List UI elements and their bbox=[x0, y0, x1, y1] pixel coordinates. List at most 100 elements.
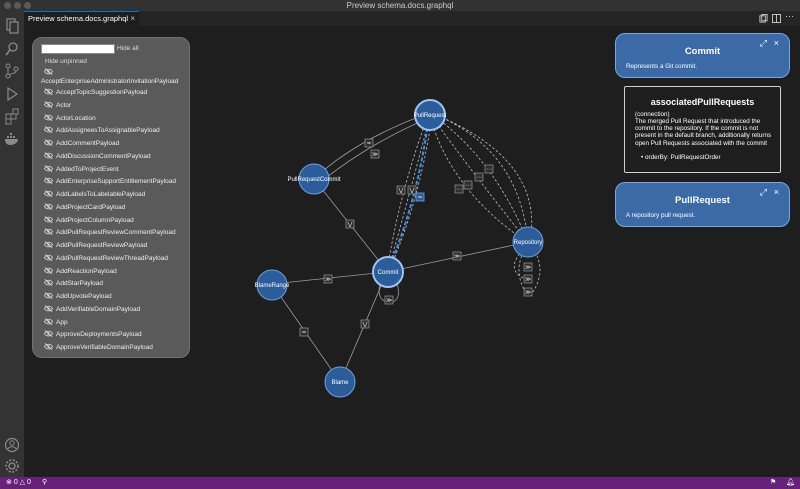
pullrequest-type-card[interactable]: ⤢ × PullRequest A repository pull reques… bbox=[615, 182, 790, 227]
hide-unpinned-button[interactable]: Hide unpinned bbox=[45, 58, 87, 65]
card-title: PullRequest bbox=[675, 195, 730, 206]
svg-text:⋁: ⋁ bbox=[409, 187, 415, 194]
visibility-toggle-icon[interactable] bbox=[43, 202, 54, 211]
tab-preview-schema[interactable]: Preview schema.docs.graphql × bbox=[24, 11, 139, 26]
type-name: AddPullRequestReviewCommentPayload bbox=[56, 229, 176, 237]
edge-icon[interactable]: ≫ bbox=[370, 149, 380, 159]
type-name: AddPullRequestReviewPayload bbox=[56, 242, 148, 249]
edge-icon[interactable]: ⋁ bbox=[396, 185, 406, 195]
node-blamerange[interactable]: BlameRange bbox=[255, 269, 290, 301]
type-name: AddReactionPayload bbox=[56, 267, 117, 275]
visibility-toggle-icon[interactable] bbox=[43, 253, 54, 262]
edge-icon[interactable]: ⋯ bbox=[484, 164, 494, 174]
commit-type-card[interactable]: ⤢ × Commit Represents a Git commit. bbox=[615, 33, 790, 78]
visibility-toggle-icon[interactable] bbox=[43, 100, 54, 109]
edge-icon[interactable]: ≫ bbox=[523, 287, 533, 297]
split-editor-icon[interactable] bbox=[772, 14, 781, 23]
visibility-toggle-icon[interactable] bbox=[43, 330, 54, 338]
svg-text:≫: ≫ bbox=[525, 264, 531, 271]
svg-text:≈: ≈ bbox=[417, 194, 422, 201]
type-search-input[interactable] bbox=[41, 44, 115, 54]
type-name: AddPullRequestReviewThreadPayload bbox=[56, 254, 169, 262]
more-actions-icon[interactable]: ⋯ bbox=[785, 11, 794, 22]
edge-icon[interactable]: ⋯ bbox=[474, 172, 484, 182]
visibility-toggle-icon[interactable] bbox=[43, 139, 54, 147]
type-name: AddLabelsToLabelablePayload bbox=[56, 191, 146, 198]
visibility-toggle-icon[interactable] bbox=[43, 151, 54, 160]
visibility-toggle-icon[interactable] bbox=[43, 88, 54, 96]
svg-text:⋁: ⋁ bbox=[362, 321, 368, 328]
node-blame[interactable]: Blame bbox=[324, 366, 356, 398]
visibility-toggle-icon[interactable] bbox=[43, 68, 54, 76]
visibility-toggle-icon[interactable] bbox=[43, 177, 54, 185]
edge-icon[interactable]: ≈ bbox=[364, 138, 374, 148]
visibility-toggle-icon[interactable] bbox=[43, 304, 54, 313]
edge-icon[interactable]: ⋁ bbox=[407, 185, 417, 195]
svg-text:≫: ≫ bbox=[454, 253, 460, 260]
account-icon[interactable] bbox=[3, 436, 21, 454]
edge-icon[interactable]: ⋁ bbox=[360, 319, 370, 329]
svg-text:≫: ≫ bbox=[372, 151, 378, 158]
close-window-dot[interactable] bbox=[4, 2, 11, 9]
edge-icon[interactable]: ⋯ bbox=[454, 184, 464, 194]
visibility-toggle-icon[interactable] bbox=[43, 228, 54, 236]
settings-gear-icon[interactable] bbox=[3, 457, 21, 475]
visibility-toggle-icon[interactable] bbox=[43, 215, 54, 224]
visibility-toggle-icon[interactable] bbox=[43, 241, 54, 249]
type-name: AddDiscussionCommentPayload bbox=[56, 152, 151, 160]
svg-text:⋯: ⋯ bbox=[486, 166, 492, 173]
edge-icon[interactable]: ≫ bbox=[323, 274, 333, 284]
tab-close-icon[interactable]: × bbox=[130, 12, 135, 25]
type-name: AcceptTopicSuggestionPayload bbox=[56, 89, 148, 96]
svg-text:Commit: Commit bbox=[378, 270, 399, 276]
visibility-toggle-icon[interactable] bbox=[43, 164, 54, 173]
svg-text:≫: ≫ bbox=[325, 276, 331, 283]
edge-icon[interactable]: ≫ bbox=[523, 274, 533, 284]
node-pullrequest[interactable]: PullRequest bbox=[414, 99, 447, 131]
svg-text:≫: ≫ bbox=[386, 297, 392, 304]
node-repository[interactable]: Repository bbox=[512, 226, 544, 258]
edge-icon[interactable]: ⋯ bbox=[463, 180, 473, 190]
edge-icon[interactable]: ≈ bbox=[415, 192, 425, 202]
zoom-window-dot[interactable] bbox=[24, 2, 31, 9]
node-pullrequestcommit[interactable]: PullRequestCommit bbox=[287, 163, 341, 195]
run-debug-icon[interactable] bbox=[3, 85, 21, 103]
type-name: ApproveDeploymentsPayload bbox=[56, 331, 142, 339]
edge-icon[interactable]: ≫ bbox=[523, 262, 533, 272]
edge-icon[interactable]: ≫ bbox=[452, 251, 462, 261]
minimize-window-dot[interactable] bbox=[14, 2, 21, 9]
type-name: AddUpvotePayload bbox=[56, 293, 112, 300]
extensions-icon[interactable] bbox=[3, 107, 21, 125]
source-control-icon[interactable] bbox=[3, 62, 21, 80]
visibility-toggle-icon[interactable] bbox=[43, 266, 54, 275]
svg-text:Repository: Repository bbox=[514, 240, 543, 246]
svg-text:PullRequest: PullRequest bbox=[414, 113, 447, 119]
hide-all-button[interactable]: Hide all bbox=[117, 45, 139, 52]
visibility-toggle-icon[interactable] bbox=[43, 343, 54, 351]
visibility-toggle-icon[interactable] bbox=[43, 279, 54, 287]
type-name: Actor bbox=[56, 101, 72, 109]
svg-text:≫: ≫ bbox=[525, 276, 531, 283]
card-description: A repository pull request. bbox=[626, 212, 696, 219]
node-commit[interactable]: Commit bbox=[372, 256, 404, 288]
visibility-toggle-icon[interactable] bbox=[43, 292, 54, 300]
notifications-bell-icon[interactable]: 🔔︎ bbox=[786, 477, 795, 489]
explorer-icon[interactable] bbox=[3, 17, 21, 35]
status-bar: ⊗ 0 △ 0 ⚲ ⚑ 🔔︎ bbox=[0, 477, 800, 489]
remote-icon[interactable]: ⚲ bbox=[42, 477, 47, 489]
svg-text:⋯: ⋯ bbox=[465, 182, 471, 189]
visibility-toggle-icon[interactable] bbox=[43, 126, 54, 134]
docker-icon[interactable] bbox=[3, 130, 21, 148]
visibility-toggle-icon[interactable] bbox=[43, 113, 54, 122]
edge-icon[interactable]: ≈ bbox=[299, 327, 309, 337]
svg-text:⋯: ⋯ bbox=[456, 186, 462, 193]
edge-icon[interactable]: ≫ bbox=[384, 295, 394, 305]
search-icon[interactable] bbox=[3, 40, 21, 58]
open-source-icon[interactable] bbox=[759, 14, 768, 23]
svg-text:≫: ≫ bbox=[525, 289, 531, 296]
visibility-toggle-icon[interactable] bbox=[43, 190, 54, 198]
visibility-toggle-icon[interactable] bbox=[43, 317, 54, 326]
problems-status[interactable]: ⊗ 0 △ 0 bbox=[6, 477, 31, 489]
edge-icon[interactable]: ⋁ bbox=[345, 219, 355, 229]
feedback-icon[interactable]: ⚑ bbox=[770, 477, 776, 489]
